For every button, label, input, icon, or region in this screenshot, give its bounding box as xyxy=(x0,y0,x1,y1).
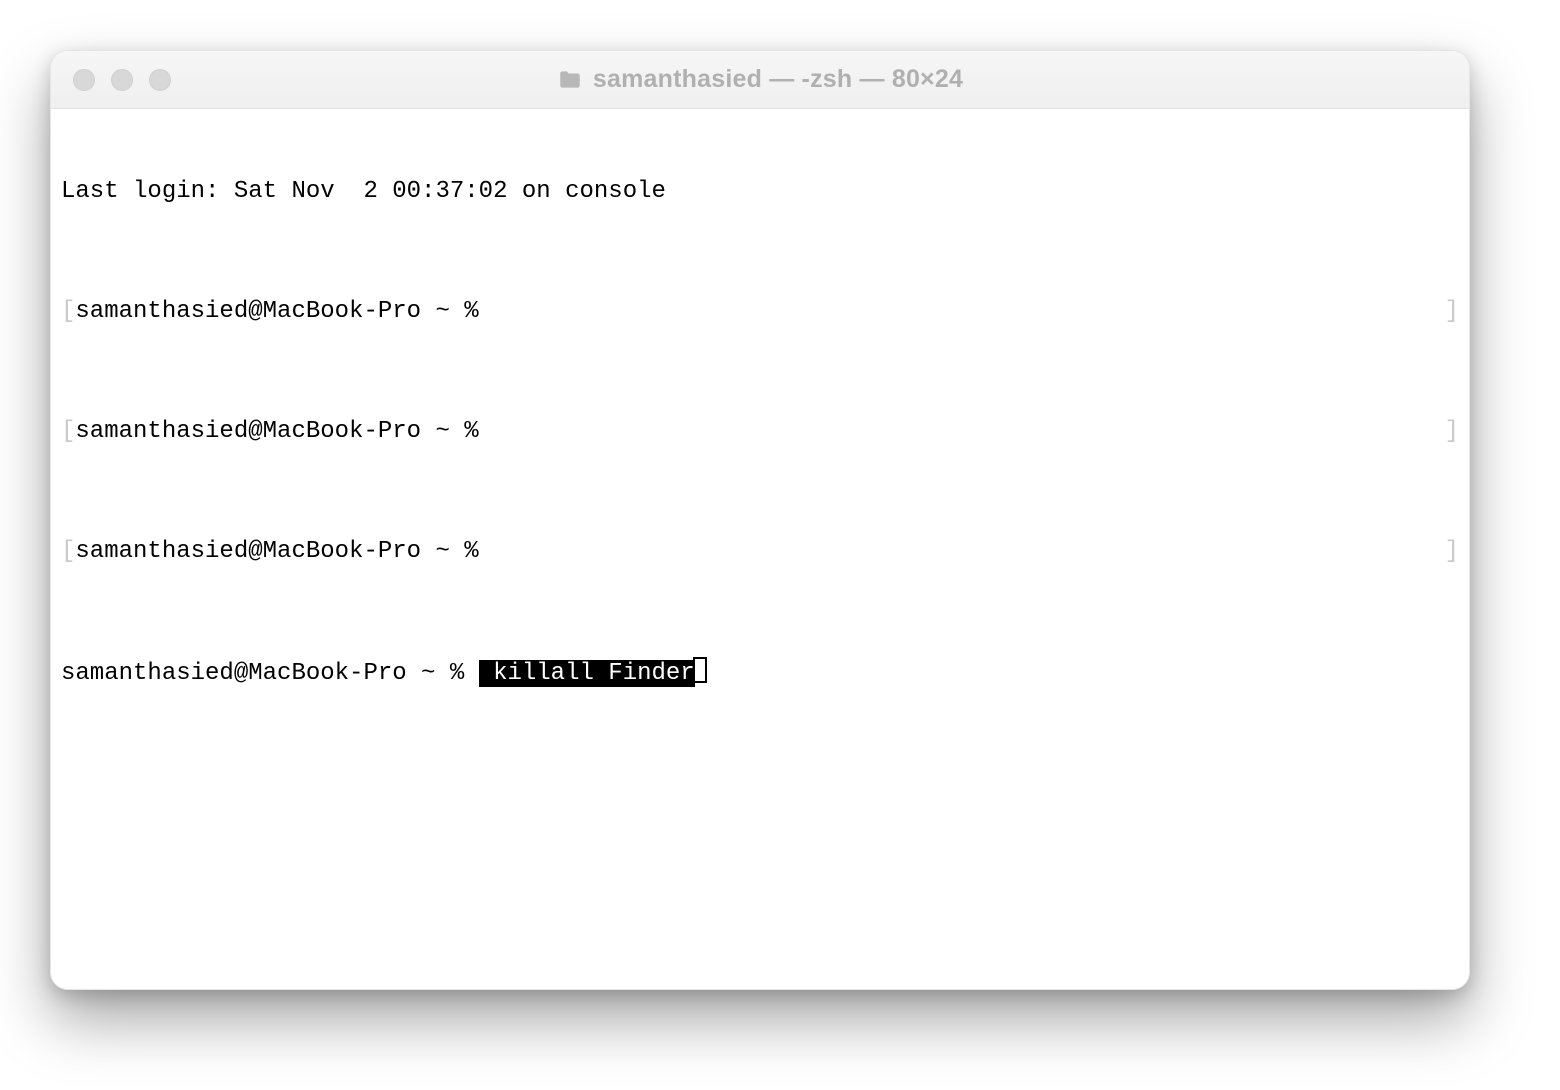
left-bracket-icon: [ xyxy=(61,298,75,325)
left-bracket-icon: [ xyxy=(61,418,75,445)
zoom-icon[interactable] xyxy=(149,69,171,91)
login-line: Last login: Sat Nov 2 00:37:02 on consol… xyxy=(61,177,1459,207)
cursor-icon xyxy=(693,657,707,683)
right-bracket-icon: ] xyxy=(1445,297,1459,327)
selected-command-text[interactable]: killall Finder xyxy=(479,660,695,687)
right-bracket-icon: ] xyxy=(1445,417,1459,447)
traffic-lights xyxy=(73,69,171,91)
window-titlebar: samanthasied — -zsh — 80×24 xyxy=(51,51,1469,109)
prompt-text: samanthasied@MacBook-Pro ~ % xyxy=(61,660,479,687)
minimize-icon[interactable] xyxy=(111,69,133,91)
prompt-text: samanthasied@MacBook-Pro ~ % xyxy=(75,538,493,565)
prompt-line: [samanthasied@MacBook-Pro ~ % ] xyxy=(61,297,1459,327)
close-icon[interactable] xyxy=(73,69,95,91)
active-prompt-line[interactable]: samanthasied@MacBook-Pro ~ % killall Fin… xyxy=(61,657,1459,689)
prompt-line: [samanthasied@MacBook-Pro ~ % ] xyxy=(61,537,1459,567)
prompt-text: samanthasied@MacBook-Pro ~ % xyxy=(75,298,493,325)
prompt-text: samanthasied@MacBook-Pro ~ % xyxy=(75,418,493,445)
left-bracket-icon: [ xyxy=(61,538,75,565)
prompt-line: [samanthasied@MacBook-Pro ~ % ] xyxy=(61,417,1459,447)
window-title: samanthasied — -zsh — 80×24 xyxy=(593,65,963,94)
terminal-viewport[interactable]: Last login: Sat Nov 2 00:37:02 on consol… xyxy=(51,109,1469,989)
terminal-window: samanthasied — -zsh — 80×24 Last login: … xyxy=(50,50,1470,990)
right-bracket-icon: ] xyxy=(1445,537,1459,567)
folder-icon xyxy=(557,67,583,93)
